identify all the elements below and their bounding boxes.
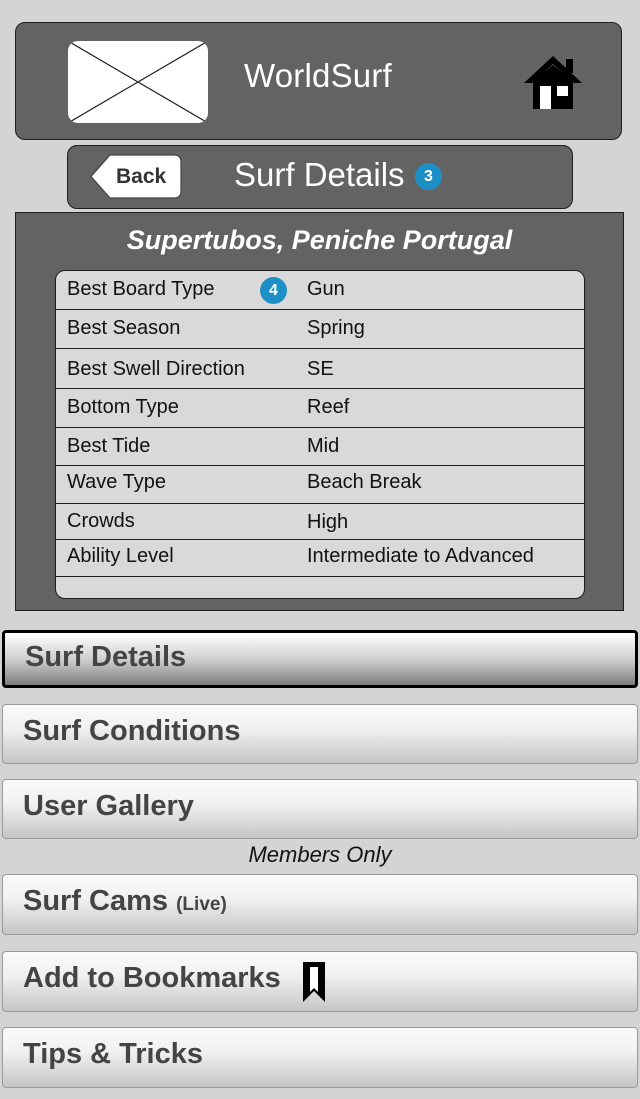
row-label: Best Tide [67,435,151,457]
add-bookmarks-button[interactable]: Add to Bookmarks [2,951,638,1012]
row-value: Reef [307,396,350,418]
back-button-label: Back [116,165,167,188]
nav-label: Add to Bookmarks [23,962,281,994]
row-label: Wave Type [67,471,166,493]
row-value: Spring [307,317,365,339]
nav-label: Surf Details [25,641,187,673]
back-button[interactable]: Back [90,154,182,199]
row-value: Beach Break [307,471,422,493]
image-placeholder-icon [68,41,208,123]
app-title: WorldSurf [244,57,392,94]
home-icon[interactable] [522,53,584,111]
row-label: Best Board Type [67,278,215,300]
table-row: Best Board Type 4 Gun [56,271,584,310]
surf-details-button[interactable]: Surf Details [2,630,638,688]
table-row: Crowds High [56,504,584,540]
surf-cams-button[interactable]: Surf Cams (Live) [2,874,638,935]
row-label: Best Season [67,317,181,339]
surf-details-panel: Supertubos, Peniche Portugal Best Board … [15,212,624,611]
annotation-badge: 4 [260,277,287,304]
page-title: Surf Details [234,156,405,193]
row-value: Mid [307,435,340,457]
details-table: Best Board Type 4 Gun Best Season Spring… [55,270,585,599]
row-value: Intermediate to Advanced [307,545,534,567]
table-row: Best Season Spring [56,310,584,349]
table-row: Wave Type Beach Break [56,466,584,504]
nav-label: Tips & Tricks [23,1038,203,1070]
row-value: High [307,511,349,533]
user-gallery-button[interactable]: User Gallery [2,779,638,839]
live-label: (Live) [176,894,227,915]
row-label: Crowds [67,510,135,532]
app-header: WorldSurf [15,22,622,140]
row-label: Best Swell Direction [67,358,245,380]
table-row: Bottom Type Reef [56,389,584,428]
members-only-label: Members Only [248,842,392,867]
row-label: Bottom Type [67,396,179,418]
table-row: Best Tide Mid [56,428,584,466]
surf-cams-label: Surf Cams [23,885,169,917]
row-value: Gun [307,278,345,300]
tips-tricks-button[interactable]: Tips & Tricks [2,1027,638,1088]
table-row: Ability Level Intermediate to Advanced [56,540,584,577]
nav-label: Surf Cams (Live) [23,885,227,918]
annotation-badge: 3 [415,163,442,190]
surf-conditions-button[interactable]: Surf Conditions [2,704,638,764]
row-value: SE [307,358,334,380]
bookmark-icon [301,961,327,1003]
nav-label: Surf Conditions [23,715,241,747]
row-label: Ability Level [67,545,174,567]
spot-title: Supertubos, Peniche Portugal [126,225,513,255]
nav-label: User Gallery [23,790,194,822]
table-row: Best Swell Direction SE [56,349,584,389]
sub-header: Back Surf Details 3 [67,145,573,209]
